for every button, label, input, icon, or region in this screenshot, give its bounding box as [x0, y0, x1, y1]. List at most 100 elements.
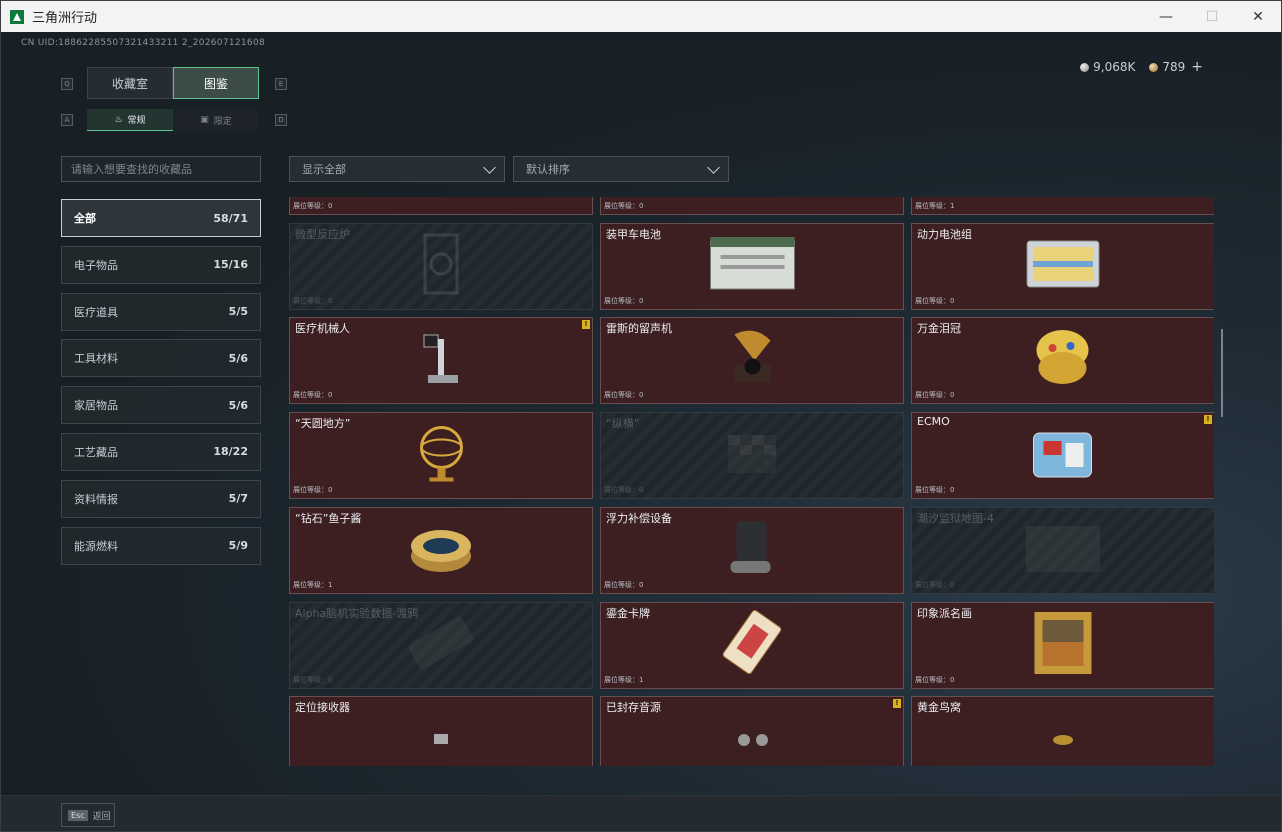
- item-level-value: 0: [950, 580, 955, 589]
- collection-item-card[interactable]: 微型反应炉展位等级：0: [289, 222, 593, 310]
- item-name: 医疗机械人: [295, 322, 350, 336]
- collection-item-card[interactable]: 装甲车电池 展位等级：0: [600, 222, 904, 310]
- category-item[interactable]: 家居物品 5/6: [61, 386, 261, 425]
- sort-dropdown[interactable]: 默认排序: [513, 156, 729, 182]
- item-level-prefix: 展位等级：: [915, 580, 950, 589]
- collection-item-card[interactable]: 已封存音源展位等级：0!: [600, 696, 904, 766]
- item-name: 动力电池组: [917, 227, 972, 241]
- collection-item-card[interactable]: “钻石”鱼子酱 展位等级：1: [289, 506, 593, 594]
- box-icon: ▣: [200, 115, 209, 125]
- robot-vacuum-icon: [722, 197, 782, 204]
- window-controls: — ☐ ✕: [1143, 1, 1281, 32]
- collection-item-card[interactable]: 黄金鸟窝展位等级：0: [911, 696, 1214, 766]
- add-currency-button[interactable]: +: [1191, 59, 1203, 75]
- warning-badge-icon: !: [893, 699, 901, 709]
- app-logo-icon: [10, 9, 24, 24]
- collection-item-card[interactable]: 动力电池组 展位等级：0: [911, 222, 1214, 310]
- item-level: 展位等级：0: [604, 201, 643, 211]
- minimize-button[interactable]: —: [1143, 1, 1189, 32]
- category-item[interactable]: 工具材料 5/6: [61, 339, 261, 378]
- item-name: 潮汐监狱地图-4: [917, 511, 994, 525]
- item-level-value: 0: [639, 580, 644, 589]
- tab-collection-room[interactable]: 收藏室: [87, 67, 173, 99]
- filter-dropdown[interactable]: 显示全部: [289, 156, 505, 182]
- collection-item-card[interactable]: 雷斯的留声机 展位等级：0: [600, 317, 904, 405]
- item-name: 微型反应炉: [295, 227, 350, 241]
- key-hint-d: D: [275, 114, 287, 126]
- item-level: 展位等级：0: [293, 390, 332, 400]
- subtab-limited[interactable]: ▣ 限定: [173, 109, 259, 131]
- item-level-prefix: 展位等级：: [293, 296, 328, 305]
- collection-item-card[interactable]: Alpha脑机实验数据-渡鸦 展位等级：0: [289, 601, 593, 689]
- painting-icon: [1031, 608, 1096, 682]
- collection-item-card[interactable]: “天圆地方” 展位等级：0: [289, 412, 593, 500]
- map-icon: [1018, 518, 1108, 582]
- collection-item-card[interactable]: 医疗机械人 展位等级：0!: [289, 317, 593, 405]
- key-hint-a: A: [61, 114, 73, 126]
- item-level-value: 0: [328, 202, 333, 210]
- esc-key-label: Esc: [68, 809, 88, 821]
- game-view: CN UID:18862285507321433211 2_2026071216…: [1, 32, 1281, 831]
- item-grid-viewport: 展位等级：0 展位等级：0 展位等级：1 微型反应炉 展位等级：0 装甲车电池 展位等级：0…: [289, 197, 1214, 766]
- item-level-prefix: 展位等级：: [604, 580, 639, 589]
- back-button[interactable]: Esc 返回: [61, 803, 115, 827]
- item-level-value: 1: [950, 202, 955, 210]
- category-item[interactable]: 资料情报 5/7: [61, 479, 261, 518]
- collection-item-card[interactable]: 潮汐监狱地图-4 展位等级：0: [911, 506, 1214, 594]
- item-name: 万金泪冠: [917, 322, 961, 336]
- collection-item-card[interactable]: ECMO 展位等级：0!: [911, 412, 1214, 500]
- scrollbar[interactable]: [1221, 329, 1223, 417]
- caviar-tin-icon: [406, 518, 476, 582]
- sub-tabs: ♨ 常规 ▣ 限定: [87, 109, 259, 131]
- search-input[interactable]: [61, 156, 261, 182]
- uid-label: CN UID:18862285507321433211 2_2026071216…: [21, 38, 266, 48]
- data-drive-icon: [396, 613, 486, 677]
- category-count: 5/6: [228, 351, 248, 365]
- tab-catalog[interactable]: 图鉴: [173, 67, 259, 99]
- collection-item-card[interactable]: 展位等级：0: [600, 197, 904, 215]
- item-level-value: 0: [328, 296, 333, 305]
- item-name: 浮力补偿设备: [606, 511, 672, 525]
- item-name: ECMO: [917, 415, 950, 429]
- collection-item-card[interactable]: “纵横” 展位等级：0: [600, 412, 904, 500]
- item-level: 展位等级：0: [915, 675, 954, 685]
- item-level: 展位等级：0: [915, 485, 954, 495]
- category-item[interactable]: 电子物品 15/16: [61, 245, 261, 284]
- category-item[interactable]: 全部 58/71: [61, 199, 261, 237]
- collection-item-card[interactable]: 定位接收器展位等级：0: [289, 696, 593, 766]
- currency-bar: 9,068K 789 +: [1080, 59, 1203, 75]
- category-count: 15/16: [213, 258, 248, 272]
- collection-item-card[interactable]: 浮力补偿设备展位等级：0: [600, 506, 904, 594]
- item-level: 展位等级：1: [293, 580, 332, 590]
- collection-item-card[interactable]: 印象派名画 展位等级：0: [911, 601, 1214, 689]
- category-count: 5/6: [228, 398, 248, 412]
- reactor-icon: [411, 229, 471, 303]
- collection-item-card[interactable]: 展位等级：1: [911, 197, 1214, 215]
- battery-pack-icon: [1023, 235, 1103, 297]
- category-item[interactable]: 能源燃料 5/9: [61, 526, 261, 565]
- back-label: 返回: [92, 811, 111, 822]
- ecmo-icon: [1026, 423, 1101, 489]
- nest-icon: [1048, 728, 1078, 752]
- maximize-button[interactable]: ☐: [1189, 1, 1235, 32]
- collection-item-card[interactable]: 万金泪冠 展位等级：0: [911, 317, 1214, 405]
- item-level: 展位等级：0: [604, 580, 643, 590]
- item-level-value: 0: [950, 391, 955, 400]
- collection-item-card[interactable]: 展位等级：0: [289, 197, 593, 215]
- category-item[interactable]: 医疗道具 5/5: [61, 292, 261, 331]
- gramophone-icon: [725, 326, 780, 395]
- item-level-prefix: 展位等级：: [604, 391, 639, 400]
- category-label: 全部: [74, 212, 96, 225]
- category-label: 家居物品: [74, 399, 118, 413]
- subtab-regular[interactable]: ♨ 常规: [87, 109, 173, 131]
- item-level-prefix: 展位等级：: [293, 675, 328, 684]
- close-button[interactable]: ✕: [1235, 1, 1281, 32]
- category-count: 5/7: [228, 492, 248, 506]
- collection-item-card[interactable]: 鎏金卡牌 展位等级：1: [600, 601, 904, 689]
- item-level: 展位等级：1: [604, 675, 643, 685]
- category-item[interactable]: 工艺藏品 18/22: [61, 432, 261, 471]
- item-level: 展位等级：0: [293, 485, 332, 495]
- item-name: Alpha脑机实验数据-渡鸦: [295, 606, 419, 620]
- battery-icon: [705, 233, 800, 299]
- item-name: 已封存音源: [606, 701, 661, 715]
